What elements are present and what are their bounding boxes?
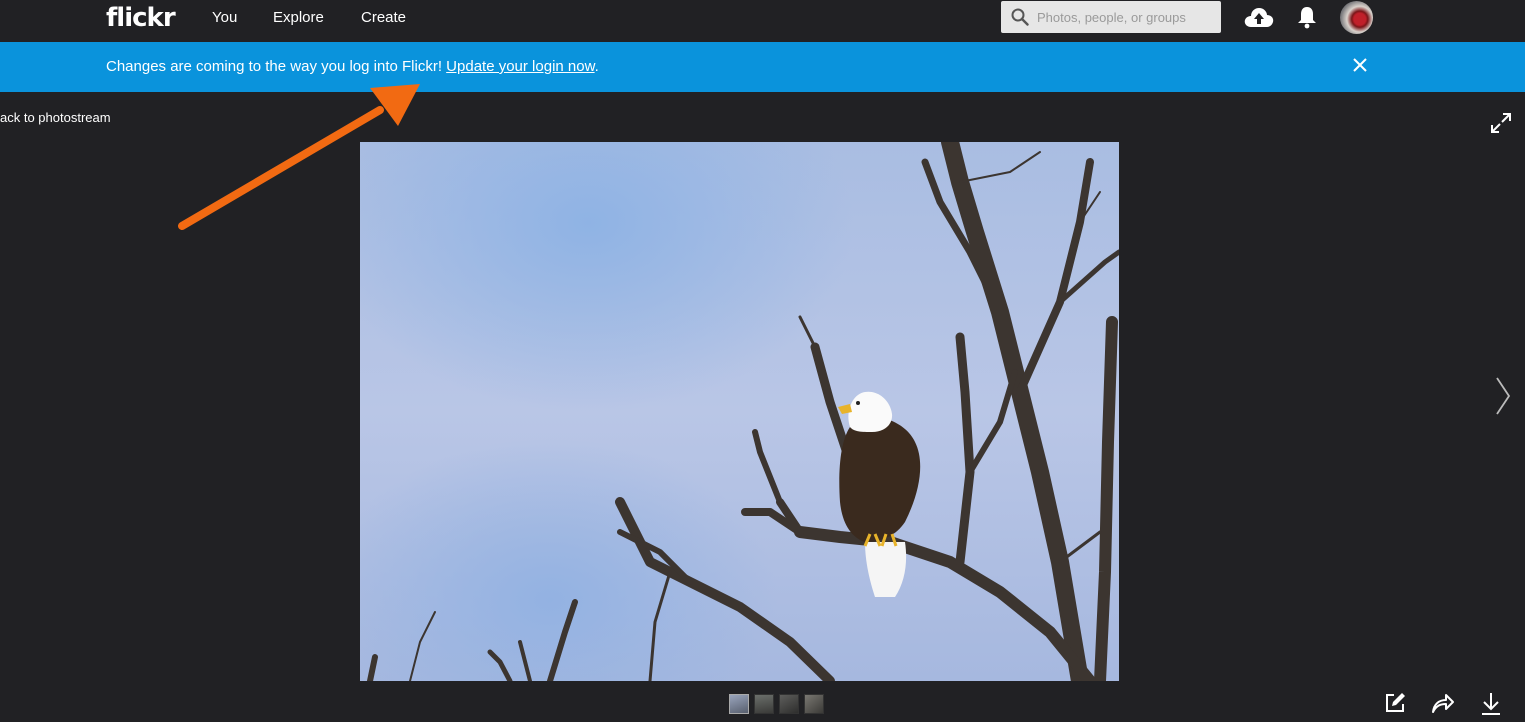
- thumbnail-1[interactable]: [729, 694, 749, 714]
- banner-text: Changes are coming to the way you log in…: [106, 58, 447, 75]
- chevron-right-icon[interactable]: [1494, 376, 1512, 416]
- update-login-link[interactable]: Update your login now: [446, 58, 594, 75]
- eagle-photo-image: [360, 142, 1119, 681]
- share-icon[interactable]: [1431, 692, 1455, 714]
- avatar[interactable]: [1340, 1, 1373, 34]
- nav-explore[interactable]: Explore: [273, 9, 324, 26]
- close-icon[interactable]: [1352, 57, 1368, 73]
- flickr-logo[interactable]: flickr: [106, 3, 176, 33]
- nav-create[interactable]: Create: [361, 9, 406, 26]
- thumbnail-2[interactable]: [754, 694, 774, 714]
- main-photo[interactable]: [360, 142, 1119, 681]
- nav-you[interactable]: You: [212, 9, 237, 26]
- search-input[interactable]: [1037, 1, 1217, 33]
- back-to-photostream-link[interactable]: ack to photostream: [0, 110, 111, 125]
- search-box[interactable]: [1001, 1, 1221, 33]
- download-icon[interactable]: [1480, 692, 1502, 716]
- bell-icon[interactable]: [1297, 5, 1317, 29]
- upload-cloud-icon[interactable]: [1243, 5, 1275, 29]
- search-icon: [1011, 8, 1029, 26]
- login-change-banner: Changes are coming to the way you log in…: [0, 42, 1525, 92]
- top-navigation-bar: flickr You Explore Create: [0, 0, 1525, 42]
- expand-icon[interactable]: [1490, 112, 1512, 134]
- edit-icon[interactable]: [1384, 692, 1406, 714]
- thumbnail-4[interactable]: [804, 694, 824, 714]
- thumbnail-3[interactable]: [779, 694, 799, 714]
- banner-message: Changes are coming to the way you log in…: [106, 58, 599, 75]
- banner-suffix: .: [594, 58, 599, 75]
